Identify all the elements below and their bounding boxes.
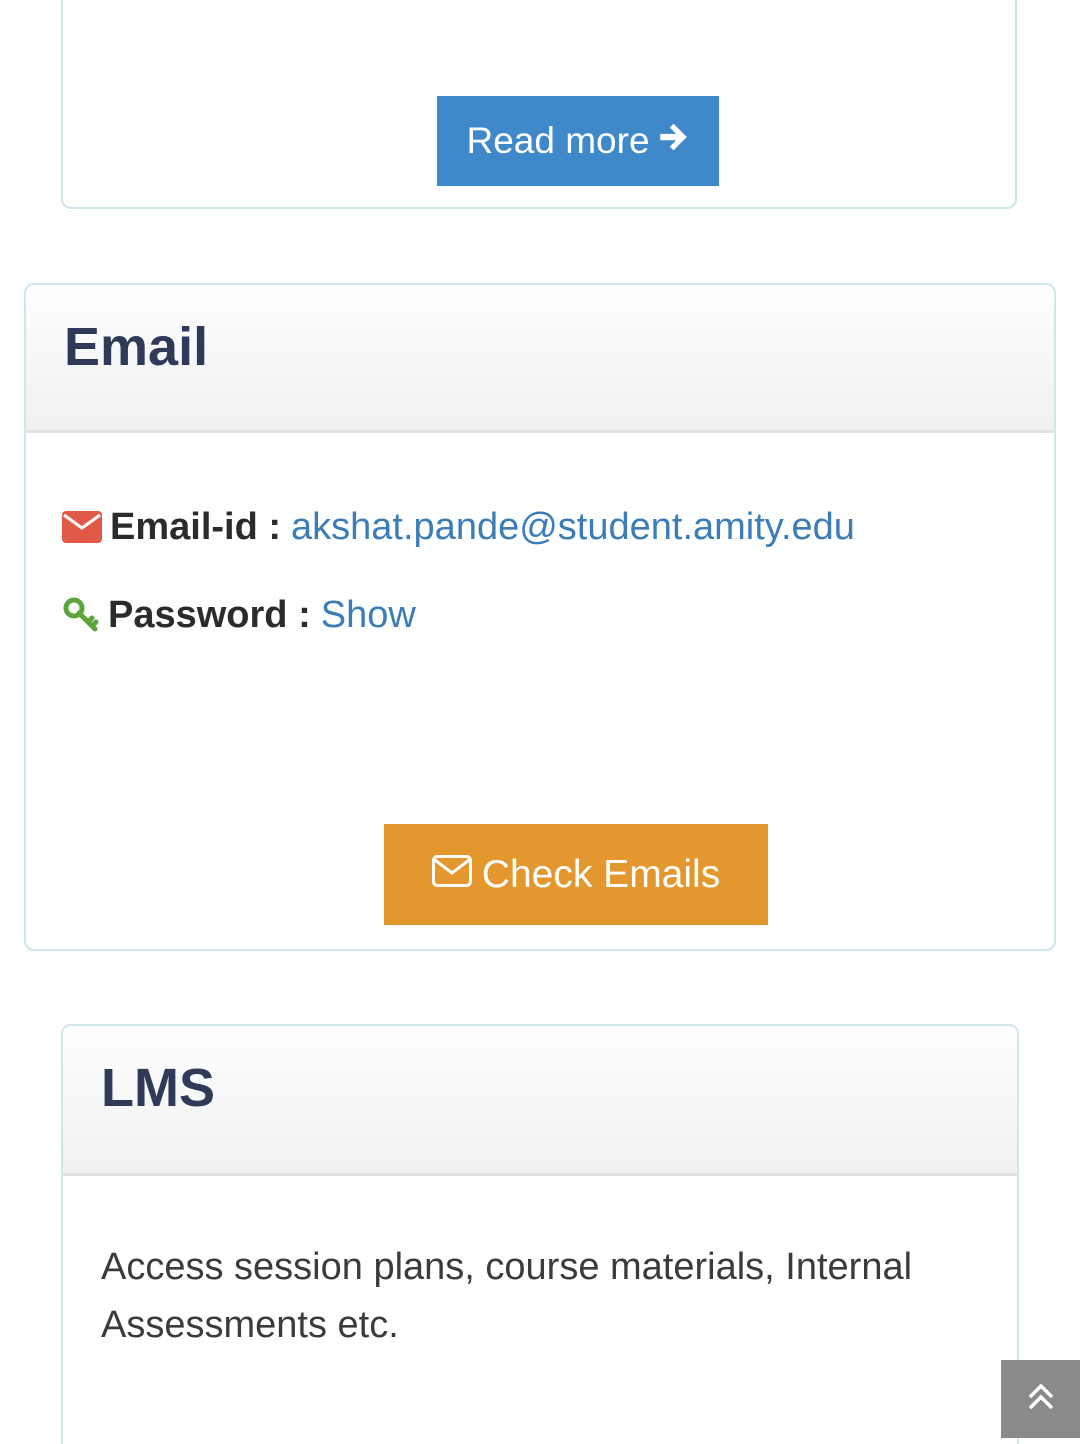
email-card: Email Email-id : akshat.pande@student.am… [24,283,1056,951]
password-row: Password : Show [62,592,416,638]
read-more-button[interactable]: Read more [437,96,719,186]
email-id-row: Email-id : akshat.pande@student.amity.ed… [62,504,855,550]
envelope-icon [431,853,472,897]
previous-card: Read more [61,0,1017,209]
envelope-icon [62,511,102,543]
password-label: Password : [108,594,311,636]
scroll-to-top-button[interactable] [1001,1360,1080,1438]
lms-card: LMS Access session plans, course materia… [61,1024,1019,1444]
page: Read more Email Email-id : akshat.pande@… [0,0,1080,1444]
email-id-label: Email-id : [110,506,282,548]
arrow-right-icon [656,120,690,163]
check-emails-label: Check Emails [481,852,721,896]
lms-card-title: LMS [101,1058,215,1118]
key-icon [62,596,100,634]
lms-card-header: LMS [63,1026,1017,1176]
email-id-link[interactable]: akshat.pande@student.amity.edu [291,504,855,550]
double-chevron-up-icon [1025,1381,1057,1418]
email-card-title: Email [64,317,209,377]
lms-description: Access session plans, course materials, … [101,1246,913,1346]
check-emails-button[interactable]: Check Emails [384,824,768,925]
email-card-header: Email [26,285,1054,433]
read-more-label: Read more [466,120,650,161]
password-show-link[interactable]: Show [321,592,416,638]
